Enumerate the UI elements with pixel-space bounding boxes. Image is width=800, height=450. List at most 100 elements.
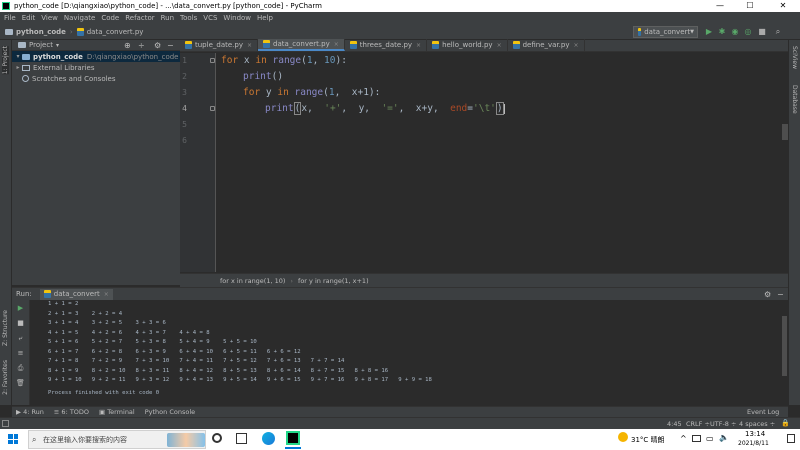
debug-icon[interactable]: ✱	[717, 27, 727, 37]
fold-icon[interactable]	[210, 106, 215, 111]
tool-windows-icon[interactable]	[2, 420, 9, 427]
edge-browser-icon[interactable]	[262, 432, 275, 445]
print-icon[interactable]: ⎙	[16, 364, 25, 373]
event-log-tool-tab[interactable]: Event Log	[747, 408, 779, 416]
breadcrumb-for-y[interactable]: for y in range(1, x+1)	[298, 277, 369, 285]
menu-refactor[interactable]: Refactor	[125, 14, 154, 22]
line-separator[interactable]: CRLF ÷	[686, 420, 710, 428]
chevron-down-icon[interactable]: ▾	[56, 42, 59, 49]
menu-help[interactable]: Help	[257, 14, 273, 22]
stop-icon[interactable]: ■	[757, 27, 767, 37]
menu-edit[interactable]: Edit	[22, 14, 36, 22]
coverage-icon[interactable]: ◉	[730, 27, 740, 37]
run-console[interactable]: 1 + 1 = 2 2 + 1 = 3 2 + 2 = 4 3 + 1 = 4 …	[30, 300, 788, 405]
trash-icon[interactable]: 🗑	[16, 379, 25, 388]
menu-code[interactable]: Code	[101, 14, 119, 22]
sun-weather-icon	[618, 432, 628, 442]
menu-window[interactable]: Window	[223, 14, 251, 22]
menu-navigate[interactable]: Navigate	[64, 14, 95, 22]
gear-icon[interactable]: ⚙	[764, 290, 771, 299]
console-line: 4 + 1 = 5 4 + 2 = 6 4 + 3 = 7 4 + 4 = 8	[48, 329, 210, 336]
close-button[interactable]: ✕	[772, 0, 794, 12]
hide-icon[interactable]: −	[167, 41, 174, 50]
clock-time[interactable]: 13:14	[745, 430, 765, 438]
close-tab-icon[interactable]: ×	[574, 42, 579, 49]
stop-icon[interactable]: ■	[16, 319, 25, 328]
locate-icon[interactable]: ⊕	[124, 41, 131, 50]
clock-date[interactable]: 2021/8/11	[738, 440, 769, 447]
favorites-tool-tab[interactable]: 2: Favorites	[2, 360, 9, 395]
tab-threes-date[interactable]: threes_date.py ×	[345, 39, 428, 51]
soft-wrap-icon[interactable]: ⤶	[16, 334, 25, 343]
run-tab-data-convert[interactable]: data_convert ×	[39, 288, 113, 300]
weather-text[interactable]: 31°C 晴朗	[631, 435, 665, 445]
run-icon[interactable]: ▶	[704, 27, 714, 37]
run-tool-tab[interactable]: ▶ 4: Run	[16, 408, 44, 416]
run-config-select[interactable]: data_convert ▼	[633, 26, 698, 38]
python-file-icon	[512, 41, 520, 49]
title-bar: python_code [D:\qiangxiao\python_code] -…	[0, 0, 800, 12]
code-editor[interactable]: for x in range(1, 10): print() for y in …	[217, 53, 783, 272]
notification-icon[interactable]	[787, 434, 795, 443]
close-tab-icon[interactable]: ×	[497, 42, 502, 49]
lock-icon[interactable]: 🔒	[781, 419, 790, 427]
close-tab-icon[interactable]: ×	[334, 41, 339, 48]
menu-file[interactable]: File	[4, 14, 16, 22]
cortana-icon[interactable]	[212, 433, 222, 443]
project-tool-tab[interactable]: 1: Project	[2, 46, 9, 75]
database-tool-tab[interactable]: Database	[791, 85, 798, 114]
gear-icon[interactable]: ⚙	[154, 41, 161, 50]
close-tab-icon[interactable]: ×	[104, 291, 109, 298]
tab-define-var[interactable]: define_var.py ×	[508, 39, 585, 51]
text-caret	[503, 103, 505, 114]
search-everywhere-icon[interactable]: ⌕	[773, 27, 783, 37]
sciview-tool-tab[interactable]: SciView	[791, 46, 798, 69]
tree-item-python-code[interactable]: ▾ python_code D:\qiangxiao\python_code	[12, 51, 180, 62]
python-console-tool-tab[interactable]: Python Console	[145, 408, 195, 416]
close-tab-icon[interactable]: ×	[416, 42, 421, 49]
maximize-button[interactable]: ☐	[739, 0, 761, 12]
chevron-down-icon[interactable]: ▾	[14, 53, 22, 60]
pycharm-taskbar-icon[interactable]	[286, 431, 300, 445]
python-file-icon	[43, 290, 51, 298]
close-tab-icon[interactable]: ×	[247, 42, 252, 49]
indent-setting[interactable]: 4 spaces ÷	[739, 420, 775, 428]
chevron-right-icon[interactable]: ▸	[14, 64, 22, 71]
console-scrollbar[interactable]	[782, 316, 787, 376]
taskbar-search-input[interactable]: ⌕ 在这里输入你要搜索的内容	[28, 430, 206, 449]
tab-data-convert[interactable]: data_convert.py ×	[258, 39, 345, 51]
tree-item-external-libraries[interactable]: ▸ External Libraries	[12, 62, 180, 73]
run-panel-toolbar: ▶ ■ ⤶ ≡ ⎙ 🗑	[12, 300, 30, 405]
volume-icon[interactable]: 🔈	[719, 433, 729, 442]
breadcrumb-file[interactable]: data_convert.py	[76, 27, 143, 36]
code-line-1: for x in range(1, 10):	[221, 55, 347, 66]
tray-chevron-icon[interactable]: ^	[680, 434, 687, 443]
tab-hello-world[interactable]: hello_world.py ×	[427, 39, 508, 51]
menu-run[interactable]: Run	[161, 14, 174, 22]
scroll-to-end-icon[interactable]: ≡	[16, 349, 25, 358]
windows-start-icon[interactable]	[8, 434, 18, 444]
breadcrumb-for-x[interactable]: for x in range(1, 10)	[220, 277, 285, 285]
task-view-icon[interactable]	[236, 433, 247, 444]
tab-tuple-date[interactable]: tuple_date.py ×	[180, 39, 259, 51]
menu-view[interactable]: View	[41, 14, 58, 22]
menu-vcs[interactable]: VCS	[203, 14, 217, 22]
editor-gutter: 1 2 3 4 5 6	[180, 53, 216, 272]
minimize-button[interactable]: —	[709, 0, 731, 12]
fold-icon[interactable]	[210, 58, 215, 63]
profile-icon[interactable]: ◎	[743, 27, 753, 37]
todo-tool-tab[interactable]: ≡ 6: TODO	[54, 408, 89, 416]
line-number: 5	[182, 120, 187, 129]
caret-position[interactable]: 4:45	[667, 420, 682, 428]
rerun-icon[interactable]: ▶	[16, 304, 25, 313]
battery-icon[interactable]	[692, 435, 701, 442]
menu-tools[interactable]: Tools	[180, 14, 197, 22]
collapse-icon[interactable]: ÷	[138, 41, 145, 50]
breadcrumb-project[interactable]: python_code	[5, 28, 66, 36]
terminal-tool-tab[interactable]: ▣ Terminal	[99, 408, 135, 416]
structure-tool-tab[interactable]: Z: Structure	[2, 310, 9, 346]
file-encoding[interactable]: UTF-8 ÷	[710, 420, 736, 428]
tree-item-scratches[interactable]: Scratches and Consoles	[12, 73, 180, 84]
hide-icon[interactable]: −	[777, 290, 784, 299]
network-icon[interactable]: ▭	[706, 434, 714, 443]
